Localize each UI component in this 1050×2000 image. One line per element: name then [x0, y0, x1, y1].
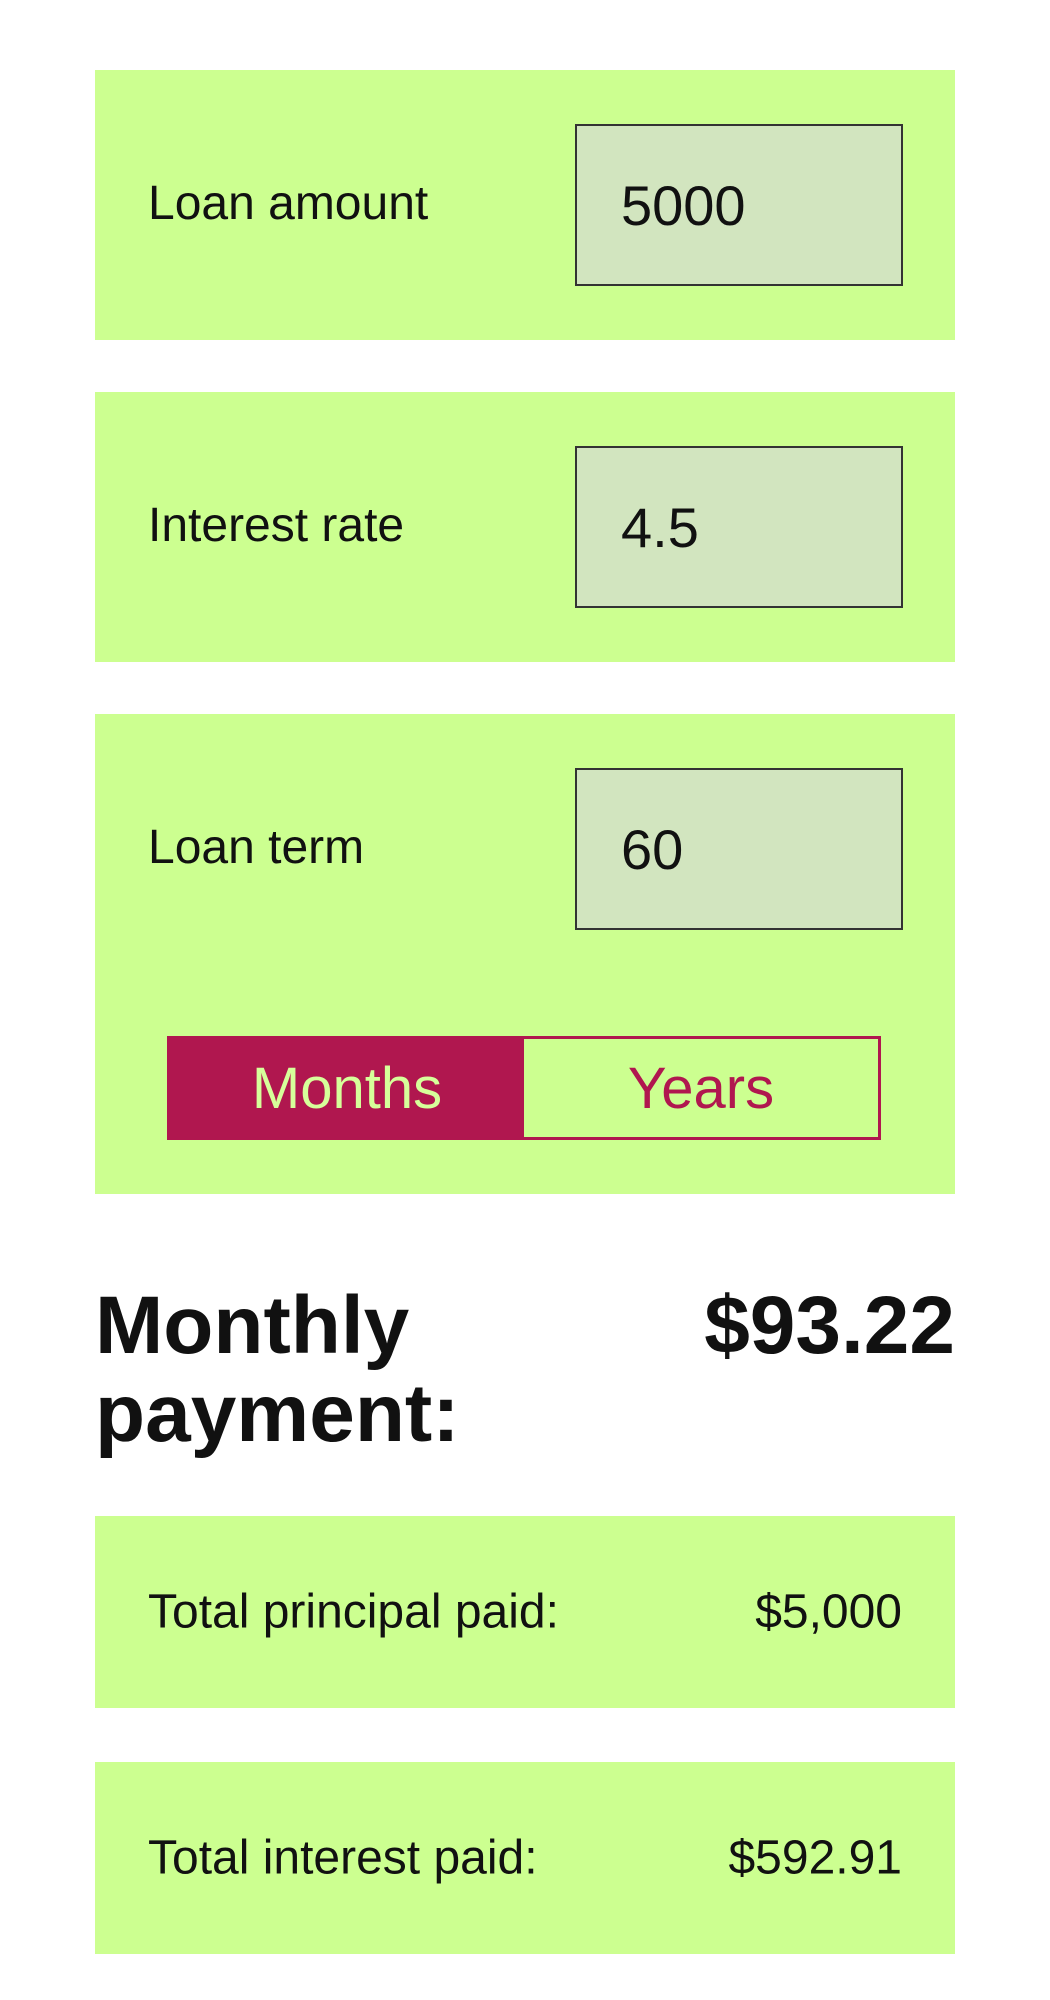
total-interest-label: Total interest paid: [148, 1831, 538, 1885]
term-unit-toggle: Months Years [167, 1036, 881, 1140]
interest-rate-input[interactable] [575, 446, 903, 608]
loan-term-input[interactable] [575, 768, 903, 930]
loan-amount-row: Loan amount [95, 70, 955, 340]
loan-amount-label: Loan amount [148, 177, 429, 230]
loan-term-row: Loan term Months Years [95, 714, 955, 1194]
loan-amount-input[interactable] [575, 124, 903, 286]
monthly-payment-value: $93.22 [704, 1280, 955, 1371]
total-principal-row: Total principal paid: $5,000 [95, 1516, 955, 1708]
loan-term-label: Loan term [148, 821, 365, 874]
total-interest-value: $592.91 [728, 1831, 902, 1885]
monthly-payment-label: Monthly payment: [95, 1280, 460, 1459]
interest-rate-row: Interest rate [95, 392, 955, 662]
total-interest-row: Total interest paid: $592.91 [95, 1762, 955, 1954]
total-principal-label: Total principal paid: [148, 1585, 559, 1639]
interest-rate-label: Interest rate [148, 499, 405, 552]
total-principal-value: $5,000 [755, 1585, 902, 1639]
term-unit-months-button[interactable]: Months [170, 1039, 524, 1137]
term-unit-years-button[interactable]: Years [524, 1039, 878, 1137]
